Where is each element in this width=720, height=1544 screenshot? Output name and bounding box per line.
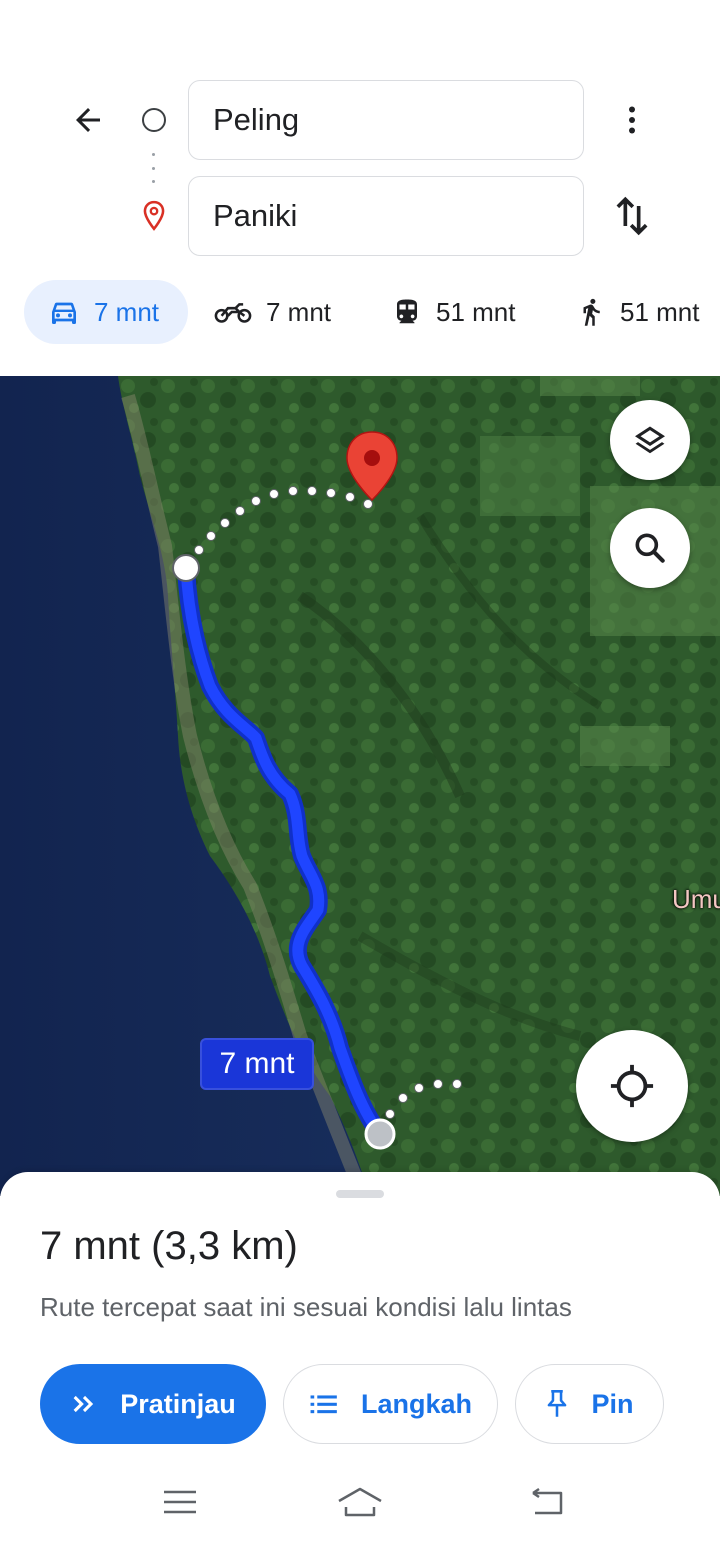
origin-field[interactable]: Peling	[188, 80, 584, 160]
my-location-icon	[610, 1064, 654, 1108]
preview-label: Pratinjau	[120, 1388, 236, 1419]
back-button[interactable]	[62, 96, 114, 144]
destination-field[interactable]: Paniki	[188, 176, 584, 256]
route-connector-dots	[151, 153, 155, 183]
mode-driving-tab[interactable]: 7 mnt	[24, 280, 188, 344]
more-vert-icon	[629, 106, 635, 134]
mode-walking-tab[interactable]: 51 mnt	[576, 280, 700, 344]
pin-button[interactable]: Pin	[515, 1364, 664, 1444]
preview-button[interactable]: Pratinjau	[40, 1364, 266, 1444]
mode-driving-label: 7 mnt	[94, 296, 160, 327]
layers-icon	[635, 426, 665, 454]
destination-value: Paniki	[213, 198, 298, 233]
steps-label: Langkah	[360, 1388, 473, 1419]
origin-value: Peling	[213, 102, 300, 137]
my-location-button[interactable]	[576, 1030, 688, 1142]
search-icon	[635, 533, 665, 563]
pin-label: Pin	[591, 1388, 634, 1419]
sheet-drag-handle[interactable]	[336, 1190, 384, 1198]
map-view[interactable]: Umu 7 mnt	[0, 376, 720, 1196]
travel-mode-bar: 7 mnt 7 mnt 51 mnt 51 mnt	[0, 278, 720, 346]
motorcycle-icon	[214, 303, 252, 323]
mode-walking-label: 51 mnt	[620, 296, 700, 327]
pushpin-icon	[548, 1390, 567, 1417]
route-summary: 7 mnt (3,3 km)	[40, 1224, 298, 1268]
route-end-marker	[364, 1118, 396, 1150]
mode-motorcycle-label: 7 mnt	[266, 296, 332, 327]
walk-icon	[583, 298, 600, 326]
layers-button[interactable]	[610, 400, 690, 480]
menu-icon	[164, 1490, 196, 1514]
swap-vert-icon	[616, 196, 648, 236]
swap-button[interactable]	[606, 192, 658, 240]
map-search-button[interactable]	[610, 508, 690, 588]
steps-button[interactable]: Langkah	[283, 1364, 498, 1444]
destination-pin-icon	[139, 199, 169, 233]
route-eta-chip[interactable]: 7 mnt	[200, 1038, 314, 1090]
origin-circle-icon	[142, 108, 166, 132]
home-button[interactable]	[330, 1480, 390, 1524]
map-place-label: Umu	[672, 884, 720, 914]
mode-transit-label: 51 mnt	[436, 296, 516, 327]
mode-motorcycle-tab[interactable]: 7 mnt	[214, 280, 331, 344]
car-icon	[52, 302, 76, 324]
recent-apps-button[interactable]	[150, 1480, 210, 1524]
system-navigation-bar	[0, 1470, 720, 1534]
double-chevron-right-icon	[73, 1395, 94, 1413]
route-start-marker	[172, 554, 200, 582]
more-options-button[interactable]	[606, 96, 658, 144]
train-icon	[397, 299, 417, 324]
list-icon	[310, 1395, 337, 1414]
home-icon	[338, 1487, 382, 1517]
system-back-button[interactable]	[518, 1480, 578, 1524]
back-icon	[532, 1487, 563, 1515]
mode-transit-tab[interactable]: 51 mnt	[392, 280, 516, 344]
arrow-back-icon	[76, 108, 100, 132]
route-description: Rute tercepat saat ini sesuai kondisi la…	[40, 1292, 572, 1322]
